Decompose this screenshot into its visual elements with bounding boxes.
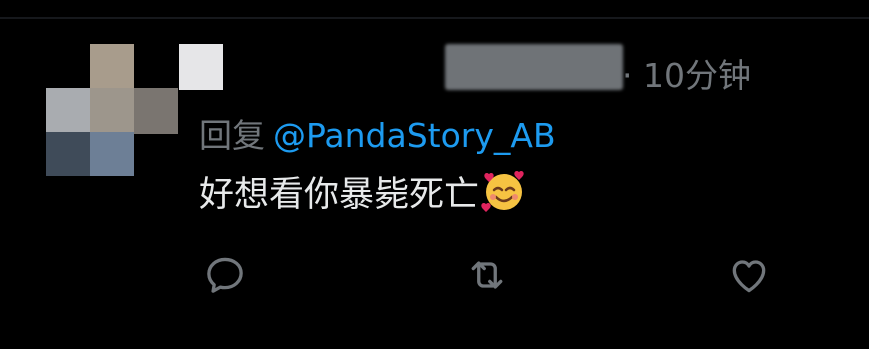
avatar-pixel [46, 88, 90, 134]
avatar-pixel [134, 88, 178, 134]
avatar[interactable] [0, 0, 230, 180]
mention-link[interactable]: @PandaStory_AB [273, 116, 556, 155]
like-button[interactable] [724, 250, 774, 300]
smiling-face-with-hearts-emoji [481, 170, 524, 212]
avatar-pixel [90, 88, 134, 134]
avatar-pixel [90, 44, 134, 90]
reply-icon [207, 257, 243, 293]
timestamp-separator: · [622, 56, 633, 95]
tweet-text: 好想看你暴毙死亡 [199, 168, 527, 219]
tweet-body: 好想看你暴毙死亡 [199, 175, 480, 215]
avatar-pixel [46, 132, 90, 176]
avatar-pixel [90, 132, 134, 176]
avatar-pixel [179, 44, 223, 90]
retweet-button[interactable] [462, 250, 512, 300]
retweet-icon [471, 261, 503, 289]
timestamp[interactable]: 10分钟 [643, 56, 751, 95]
tweet-reply-card: · 10分钟 回复 @PandaStory_AB 好想看你暴毙死亡 [0, 0, 869, 349]
reply-prefix: 回复 [199, 116, 265, 155]
reply-context: 回复 @PandaStory_AB [199, 114, 556, 158]
tweet-meta: · 10分钟 [622, 56, 751, 96]
username-redacted[interactable] [445, 44, 623, 90]
reply-button[interactable] [200, 250, 250, 300]
like-icon [732, 260, 766, 293]
